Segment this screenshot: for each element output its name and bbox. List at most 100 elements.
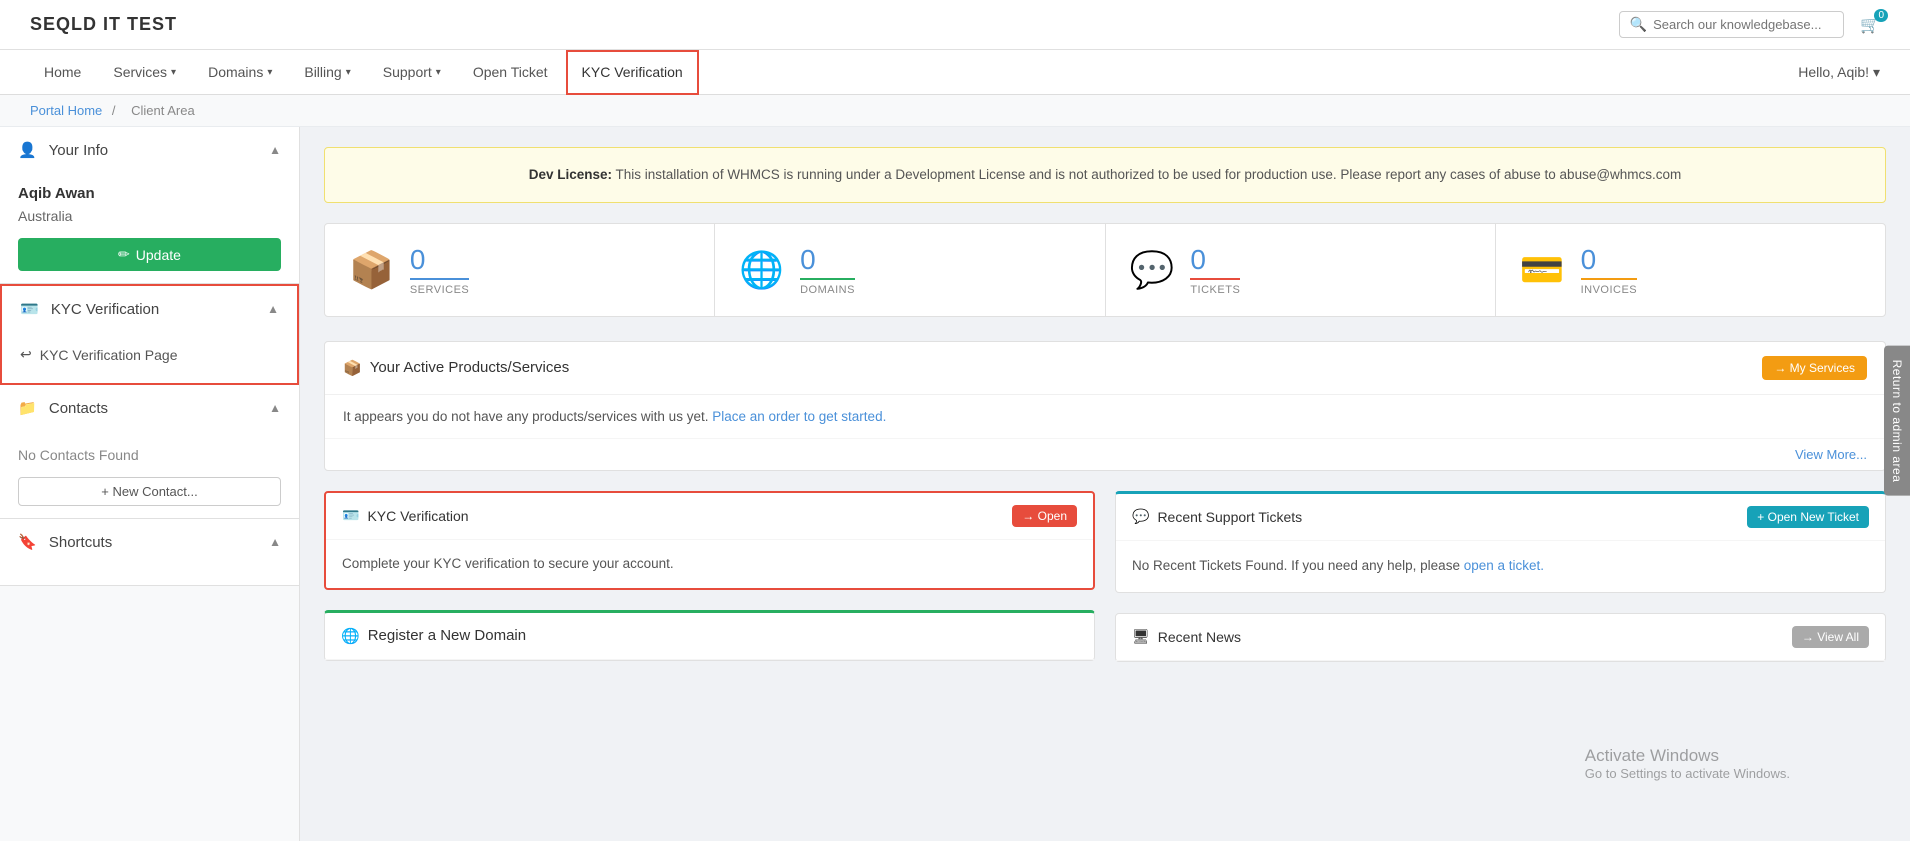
no-contacts-text: No Contacts Found: [18, 443, 281, 467]
recent-news-card: 🖥 Recent News → View All: [1115, 613, 1886, 662]
tickets-label: TICKETS: [1190, 278, 1240, 296]
breadcrumb: Portal Home / Client Area: [0, 95, 1910, 127]
sidebar-your-info-header[interactable]: 👤 Your Info ▲: [0, 127, 299, 173]
nav-domains[interactable]: Domains ▾: [194, 50, 286, 95]
stats-row: 📦 0 SERVICES 🌐 0 DOMAINS 💬 0 TICKETS: [324, 223, 1886, 317]
open-ticket-link[interactable]: open a ticket.: [1464, 558, 1544, 573]
view-more-link[interactable]: View More...: [325, 438, 1885, 470]
sidebar-your-info-title: Your Info: [49, 142, 109, 159]
site-logo: SEQLD IT TEST: [30, 14, 177, 35]
breadcrumb-current: Client Area: [131, 103, 195, 118]
kyc-card-title: 🪪 KYC Verification: [342, 507, 469, 524]
recent-news-title: 🖥 Recent News: [1132, 628, 1241, 645]
kyc-card-header: 🪪 KYC Verification → Open: [326, 493, 1093, 540]
kyc-verification-card: 🪪 KYC Verification → Open Complete your …: [324, 491, 1095, 590]
nav-left: Home Services ▾ Domains ▾ Billing ▾ Supp…: [30, 50, 699, 95]
edit-icon: ✏: [118, 246, 130, 263]
active-products-title: 📦 Your Active Products/Services: [343, 359, 569, 377]
sidebar-shortcuts-section: 🔖 Shortcuts ▲: [0, 519, 299, 586]
nav-home[interactable]: Home: [30, 50, 95, 95]
no-products-text: It appears you do not have any products/…: [343, 409, 708, 424]
domains-label: DOMAINS: [800, 278, 855, 296]
tickets-col: 💬 Recent Support Tickets + Open New Tick…: [1115, 491, 1886, 682]
nav-kyc-verification[interactable]: KYC Verification: [566, 50, 699, 95]
sidebar-kyc-body: ↩ KYC Verification Page: [2, 332, 297, 383]
top-bar-right: 🔍 🛒 0: [1619, 11, 1880, 38]
stat-invoices[interactable]: 💳 0 INVOICES: [1496, 224, 1885, 316]
kyc-card-body: Complete your KYC verification to secure…: [326, 540, 1093, 588]
top-bar: SEQLD IT TEST 🔍 🛒 0: [0, 0, 1910, 50]
nav-user[interactable]: Hello, Aqib! ▾: [1798, 64, 1880, 81]
tickets-count: 0: [1190, 244, 1240, 276]
place-order-link[interactable]: Place an order to get started.: [712, 409, 886, 424]
breadcrumb-portal-home[interactable]: Portal Home: [30, 103, 102, 118]
active-products-body: It appears you do not have any products/…: [325, 395, 1885, 438]
shortcuts-icon: 🔖: [18, 534, 37, 551]
register-domain-card: 🌐 Register a New Domain: [324, 610, 1095, 661]
user-country: Australia: [18, 208, 281, 224]
nav-open-ticket[interactable]: Open Ticket: [459, 50, 562, 95]
domains-count: 0: [800, 244, 855, 276]
invoices-stat-icon: 💳: [1520, 249, 1565, 291]
no-tickets-text: No Recent Tickets Found. If you need any…: [1132, 558, 1460, 573]
view-all-news-button[interactable]: → View All: [1792, 626, 1869, 648]
main-layout: 👤 Your Info ▲ Aqib Awan Australia ✏ Upda…: [0, 127, 1910, 841]
sidebar-kyc-section: 🪪 KYC Verification ▲ ↩ KYC Verification …: [0, 284, 299, 385]
sidebar-contacts-header[interactable]: 📁 Contacts ▲: [0, 385, 299, 431]
sidebar-contacts-section: 📁 Contacts ▲ No Contacts Found + New Con…: [0, 385, 299, 519]
breadcrumb-separator: /: [112, 103, 116, 118]
kyc-card-icon: 🪪: [342, 507, 359, 524]
register-domain-header: 🌐 Register a New Domain: [325, 613, 1094, 660]
sidebar-shortcuts-body: [0, 565, 299, 585]
support-tickets-icon: 💬: [1132, 508, 1149, 525]
user-icon: 👤: [18, 142, 37, 159]
kyc-open-button[interactable]: → Open: [1012, 505, 1077, 527]
recent-news-header: 🖥 Recent News → View All: [1116, 614, 1885, 661]
nav-billing-arrow: ▾: [346, 67, 351, 78]
search-bar[interactable]: 🔍: [1619, 11, 1844, 38]
kyc-verification-page-link[interactable]: ↩ KYC Verification Page: [20, 340, 279, 369]
nav-services[interactable]: Services ▾: [99, 50, 190, 95]
active-products-card: 📦 Your Active Products/Services → My Ser…: [324, 341, 1886, 471]
stat-domains[interactable]: 🌐 0 DOMAINS: [715, 224, 1105, 316]
nav-billing[interactable]: Billing ▾: [290, 50, 364, 95]
user-name: Aqib Awan: [18, 185, 281, 202]
new-contact-button[interactable]: + New Contact...: [18, 477, 281, 506]
nav-domains-arrow: ▾: [267, 67, 272, 78]
dev-notice-text: This installation of WHMCS is running un…: [616, 167, 1682, 182]
services-label: SERVICES: [410, 278, 469, 296]
register-domain-icon: 🌐: [341, 627, 360, 645]
stat-tickets[interactable]: 💬 0 TICKETS: [1106, 224, 1496, 316]
update-button[interactable]: ✏ Update: [18, 238, 281, 271]
support-tickets-title: 💬 Recent Support Tickets: [1132, 508, 1302, 525]
sidebar-kyc-header[interactable]: 🪪 KYC Verification ▲: [2, 286, 297, 332]
contacts-icon: 📁: [18, 400, 37, 417]
sidebar: 👤 Your Info ▲ Aqib Awan Australia ✏ Upda…: [0, 127, 300, 841]
support-tickets-header: 💬 Recent Support Tickets + Open New Tick…: [1116, 494, 1885, 541]
services-stat-icon: 📦: [349, 249, 394, 291]
search-input[interactable]: [1653, 17, 1833, 32]
sidebar-your-info-section: 👤 Your Info ▲ Aqib Awan Australia ✏ Upda…: [0, 127, 299, 284]
support-tickets-body: No Recent Tickets Found. If you need any…: [1116, 541, 1885, 592]
stat-services[interactable]: 📦 0 SERVICES: [325, 224, 715, 316]
sidebar-shortcuts-header[interactable]: 🔖 Shortcuts ▲: [0, 519, 299, 565]
dev-notice-bold: Dev License:: [529, 167, 612, 182]
my-services-button[interactable]: → My Services: [1762, 356, 1867, 380]
active-products-icon: 📦: [343, 359, 362, 377]
services-count: 0: [410, 244, 469, 276]
cart-icon[interactable]: 🛒 0: [1860, 15, 1880, 35]
tickets-stat-icon: 💬: [1130, 249, 1175, 291]
sidebar-contacts-body: No Contacts Found + New Contact...: [0, 431, 299, 518]
invoices-count: 0: [1581, 244, 1638, 276]
sidebar-your-info-body: Aqib Awan Australia ✏ Update: [0, 173, 299, 283]
dev-license-notice: Dev License: This installation of WHMCS …: [324, 147, 1886, 203]
sidebar-shortcuts-title: Shortcuts: [49, 534, 112, 551]
cart-badge: 0: [1874, 9, 1888, 22]
active-products-header: 📦 Your Active Products/Services → My Ser…: [325, 342, 1885, 395]
two-col-section: 🪪 KYC Verification → Open Complete your …: [324, 491, 1886, 682]
nav-support[interactable]: Support ▾: [369, 50, 455, 95]
open-new-ticket-button[interactable]: + Open New Ticket: [1747, 506, 1869, 528]
kyc-chevron: ▲: [267, 302, 279, 316]
return-to-admin[interactable]: Return to admin area: [1884, 345, 1910, 496]
nav-services-arrow: ▾: [171, 67, 176, 78]
